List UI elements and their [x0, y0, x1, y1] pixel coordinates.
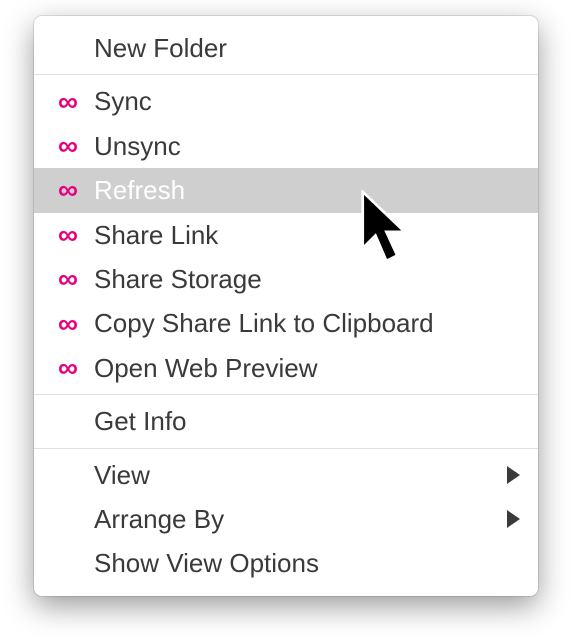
menu-item-label: Open Web Preview: [94, 350, 318, 386]
infinity-icon: ∞: [58, 88, 92, 116]
menu-item-label: Share Storage: [94, 261, 262, 297]
infinity-icon: ∞: [58, 221, 92, 249]
menu-item-label: Show View Options: [94, 545, 319, 581]
menu-item-get-info[interactable]: Get Info: [34, 399, 538, 443]
menu-item-label: View: [94, 457, 150, 493]
menu-item-label: New Folder: [94, 30, 227, 66]
menu-item-label: Sync: [94, 83, 152, 119]
menu-item-sync[interactable]: ∞ Sync: [34, 79, 538, 123]
infinity-icon: ∞: [58, 265, 92, 293]
menu-item-open-web-preview[interactable]: ∞ Open Web Preview: [34, 346, 538, 390]
menu-item-share-storage[interactable]: ∞ Share Storage: [34, 257, 538, 301]
infinity-icon: ∞: [58, 354, 92, 382]
menu-item-label: Copy Share Link to Clipboard: [94, 305, 434, 341]
menu-item-show-view-options[interactable]: Show View Options: [34, 541, 538, 585]
infinity-icon: ∞: [58, 310, 92, 338]
menu-item-arrange-by[interactable]: Arrange By: [34, 497, 538, 541]
menu-item-label: Arrange By: [94, 501, 224, 537]
menu-item-label: Unsync: [94, 128, 181, 164]
menu-item-label: Get Info: [94, 403, 187, 439]
menu-item-view[interactable]: View: [34, 453, 538, 497]
menu-group: New Folder: [34, 22, 538, 74]
chevron-right-icon: [507, 510, 520, 528]
menu-item-label: Refresh: [94, 172, 185, 208]
menu-item-new-folder[interactable]: New Folder: [34, 26, 538, 70]
menu-item-share-link[interactable]: ∞ Share Link: [34, 213, 538, 257]
context-menu: New Folder ∞ Sync ∞ Unsync ∞ Refresh ∞ S…: [34, 16, 538, 596]
menu-group: View Arrange By Show View Options: [34, 449, 538, 590]
menu-item-unsync[interactable]: ∞ Unsync: [34, 124, 538, 168]
infinity-icon: ∞: [58, 132, 92, 160]
menu-group: ∞ Sync ∞ Unsync ∞ Refresh ∞ Share Link ∞…: [34, 75, 538, 394]
menu-group: Get Info: [34, 395, 538, 447]
menu-item-refresh[interactable]: ∞ Refresh: [34, 168, 538, 212]
menu-item-label: Share Link: [94, 217, 218, 253]
menu-item-copy-share-link-to-clipboard[interactable]: ∞ Copy Share Link to Clipboard: [34, 301, 538, 345]
chevron-right-icon: [507, 466, 520, 484]
infinity-icon: ∞: [58, 176, 92, 204]
